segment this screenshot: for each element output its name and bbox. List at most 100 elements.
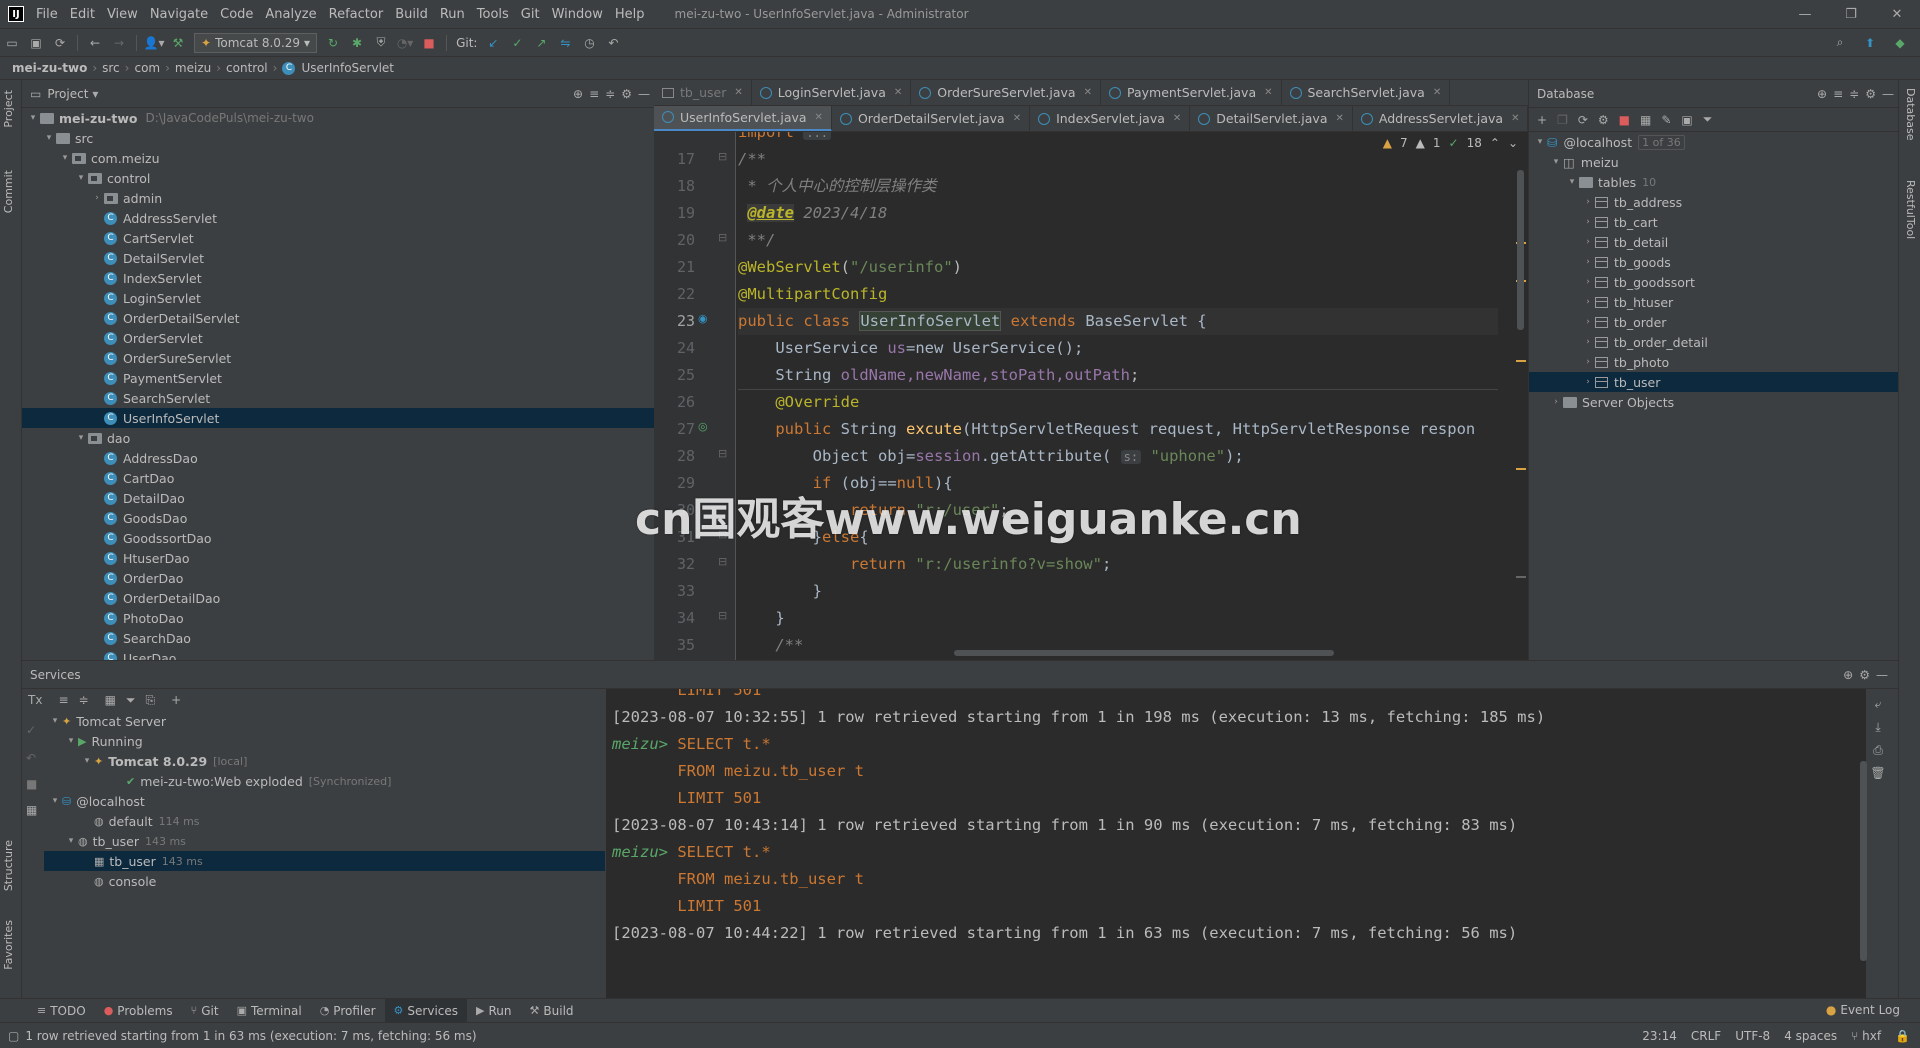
svc-localhost[interactable]: ▾ ⛁ @localhost — [44, 791, 605, 811]
code-line[interactable]: String oldName,newName,stoPath,outPath; — [738, 362, 1498, 389]
close-icon[interactable]: ✕ — [1013, 113, 1021, 124]
restore-icon[interactable]: ❐ — [1828, 0, 1874, 28]
edit-icon[interactable]: ✎ — [1661, 113, 1671, 127]
build-hammer-icon[interactable]: ⚒ — [167, 33, 189, 53]
chevron-down-icon[interactable]: ▾ — [64, 836, 78, 846]
close-icon[interactable]: ✕ — [1264, 87, 1272, 98]
breadcrumb-item[interactable]: meizu — [175, 61, 211, 75]
breadcrumb-item[interactable]: mei-zu-two — [12, 61, 87, 75]
favorites-tool-tab[interactable]: Favorites — [2, 920, 15, 970]
db-schema[interactable]: ▾ ◫ meizu — [1529, 152, 1898, 172]
chevron-down-icon[interactable]: ▾ — [26, 113, 40, 123]
chevron-right-icon[interactable]: › — [1581, 297, 1595, 307]
tool-tab-git[interactable]: ⑂ Git — [182, 999, 228, 1023]
stop-icon[interactable]: ■ — [1619, 113, 1630, 127]
run-configuration-select[interactable]: ✦ Tomcat 8.0.29 ▾ — [194, 32, 318, 53]
chevron-down-icon[interactable]: › — [90, 193, 104, 203]
svc-tb-user-console[interactable]: ▦ tb_user 143 ms — [44, 851, 605, 871]
schema-count-badge[interactable]: 1 of 36 — [1638, 134, 1685, 150]
chevron-down-icon[interactable]: ▾ — [74, 433, 88, 443]
db-tables-folder[interactable]: ▾ tables 10 — [1529, 172, 1898, 192]
commit-tool-tab[interactable]: Commit — [2, 170, 15, 213]
tree-class-item[interactable]: C PhotoDao — [22, 608, 654, 628]
close-icon[interactable]: ✕ — [1084, 87, 1092, 98]
folded-code-hint[interactable]: ... — [803, 132, 832, 140]
code-line[interactable]: } — [738, 578, 1498, 605]
db-table-item[interactable]: › tb_order_detail — [1529, 332, 1898, 352]
chevron-right-icon[interactable]: › — [1581, 357, 1595, 367]
implementation-gutter-icon[interactable]: ◉ — [698, 312, 708, 325]
breadcrumb-item[interactable]: com — [134, 61, 160, 75]
editor-tab[interactable]: OrderDetailServlet.java ✕ — [832, 106, 1031, 131]
back-icon[interactable]: ← — [84, 33, 106, 53]
tool-tab-todo[interactable]: ≡ TODO — [28, 999, 95, 1023]
close-icon[interactable]: ✕ — [1511, 113, 1519, 124]
tool-tab-run[interactable]: ▶ Run — [467, 999, 520, 1023]
editor-tab[interactable]: DetailServlet.java ✕ — [1190, 106, 1353, 131]
save-icon[interactable]: ▣ — [25, 33, 47, 53]
chevron-up-icon[interactable]: ⌃ — [1490, 136, 1500, 150]
stop-icon[interactable]: ■ — [26, 777, 37, 791]
tree-class-item[interactable]: C SearchDao — [22, 628, 654, 648]
chevron-down-icon[interactable]: ▾ — [80, 756, 94, 766]
chevron-right-icon[interactable]: › — [1581, 217, 1595, 227]
editor-tab[interactable]: SearchServlet.java ✕ — [1282, 80, 1451, 105]
layout-icon[interactable]: ▦ — [26, 803, 37, 817]
editor-tab[interactable]: LoginServlet.java ✕ — [752, 80, 912, 105]
code-line[interactable]: public String excute(HttpServletRequest … — [738, 416, 1498, 443]
tool-tab-terminal[interactable]: ▣ Terminal — [228, 999, 311, 1023]
collapse-all-icon[interactable]: ≑ — [605, 87, 615, 101]
locate-icon[interactable]: ⊕ — [573, 87, 583, 101]
hide-icon[interactable]: — — [1876, 668, 1888, 682]
structure-tool-tab[interactable]: Structure — [2, 840, 15, 891]
db-table-item[interactable]: › tb_address — [1529, 192, 1898, 212]
code-line[interactable]: /** — [738, 146, 1498, 173]
menu-tools[interactable]: Tools — [471, 7, 515, 22]
tree-class-item[interactable]: C HtuserDao — [22, 548, 654, 568]
gear-icon[interactable]: ⚙ — [1859, 668, 1870, 682]
table-view-icon[interactable]: ▦ — [1640, 113, 1651, 127]
caret-position[interactable]: 23:14 — [1642, 1029, 1677, 1043]
commit-icon[interactable]: ✓ — [26, 723, 36, 737]
menu-analyze[interactable]: Analyze — [259, 7, 322, 22]
hide-icon[interactable]: — — [1882, 87, 1894, 101]
rerun-icon[interactable]: ↻ — [322, 33, 344, 53]
chevron-down-icon[interactable]: ▾ — [92, 87, 98, 101]
chevron-right-icon[interactable]: › — [1581, 337, 1595, 347]
git-branch[interactable]: ⑂ hxf — [1851, 1029, 1881, 1043]
project-tool-tab[interactable]: Project — [2, 90, 15, 128]
code-line[interactable]: Object obj=session.getAttribute( s: "uph… — [738, 443, 1498, 470]
tree-class-item[interactable]: C DetailDao — [22, 488, 654, 508]
chevron-down-icon[interactable]: ▾ — [64, 736, 78, 746]
tree-class-item[interactable]: C CartServlet — [22, 228, 654, 248]
tool-tab-problems[interactable]: ● Problems — [95, 999, 182, 1023]
fold-marker-icon[interactable]: ⊟ — [718, 447, 727, 460]
line-separator[interactable]: CRLF — [1691, 1029, 1721, 1043]
git-update-icon[interactable]: ↙ — [482, 33, 504, 53]
breadcrumb-item[interactable]: UserInfoServlet — [301, 61, 394, 75]
editor-tab[interactable]: OrderSureServlet.java ✕ — [911, 80, 1101, 105]
tool-tab-profiler[interactable]: ◔ Profiler — [311, 999, 385, 1023]
code-line[interactable]: return "r:/userinfo?v=show"; — [738, 551, 1498, 578]
minimize-icon[interactable]: — — [1782, 0, 1828, 28]
db-table-item[interactable]: › tb_goods — [1529, 252, 1898, 272]
close-icon[interactable]: ✕ — [894, 87, 902, 98]
tree-class-item[interactable]: C UserDao — [22, 648, 654, 660]
fold-marker-icon[interactable]: ⊟ — [718, 150, 727, 163]
profile-icon[interactable]: ◔▾ — [394, 33, 416, 53]
history-icon[interactable]: ◷ — [578, 33, 600, 53]
event-log-tab[interactable]: ● Event Log — [1826, 998, 1900, 1022]
close-icon[interactable]: ✕ — [815, 112, 823, 123]
rollback-icon[interactable]: ↶ — [602, 33, 624, 53]
expand-all-icon[interactable]: ≡ — [58, 693, 68, 707]
tree-package-control[interactable]: ▾ control — [22, 168, 654, 188]
code-area[interactable]: import ... /** * 个人中心的控制层操作类 @date 2023/4… — [738, 132, 1498, 660]
rollback-icon[interactable]: ↶ — [26, 751, 36, 765]
transaction-icon[interactable]: Tx — [28, 693, 42, 707]
status-panel-icon[interactable]: ▢ — [8, 1029, 19, 1043]
code-line[interactable]: @WebServlet("/userinfo") — [738, 254, 1498, 281]
fold-marker-icon[interactable]: ⊟ — [718, 609, 727, 622]
fold-marker-icon[interactable]: ⊟ — [718, 555, 727, 568]
gear-icon[interactable]: ⚙ — [1865, 87, 1876, 101]
filter-icon[interactable]: ⏷ — [126, 693, 136, 708]
